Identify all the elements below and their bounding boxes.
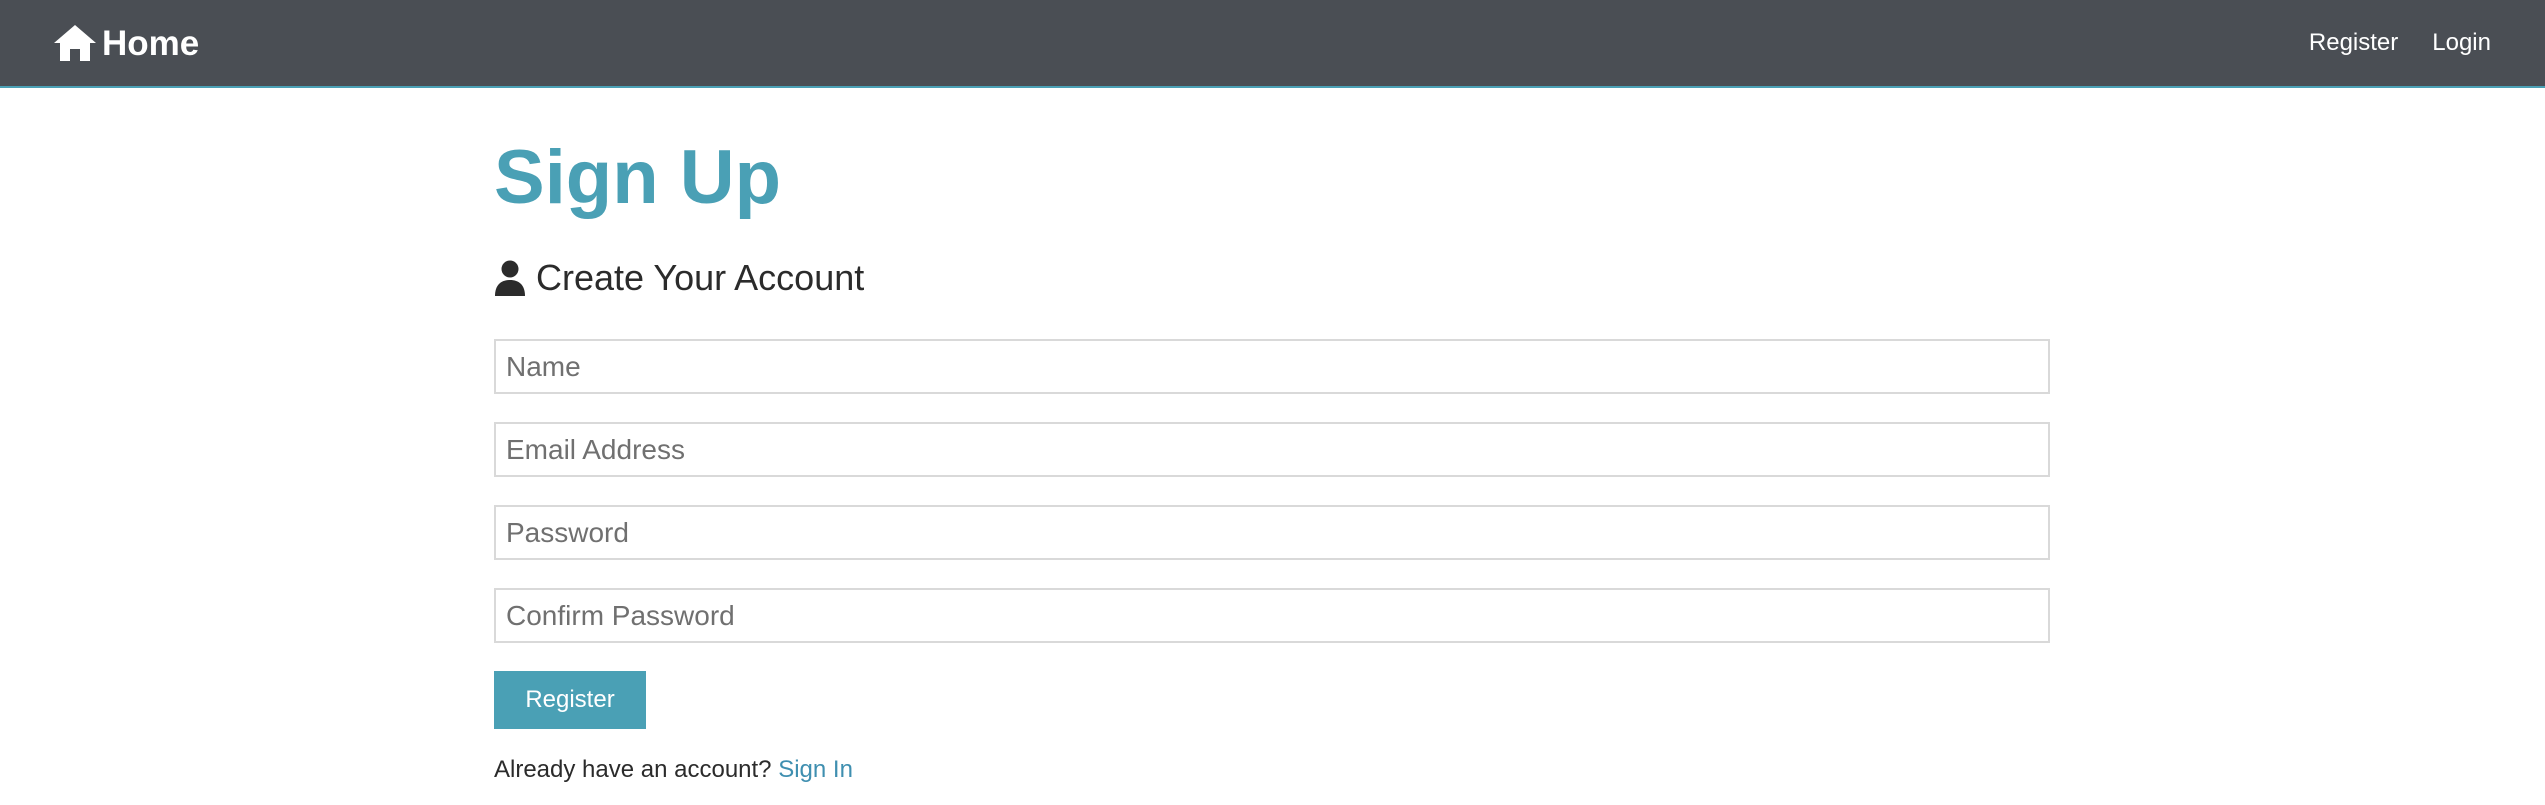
password-input[interactable] xyxy=(494,505,2050,560)
nav-register-link[interactable]: Register xyxy=(2309,29,2398,57)
user-icon xyxy=(495,260,525,296)
register-button[interactable]: Register xyxy=(494,671,646,729)
email-input[interactable] xyxy=(494,422,2050,477)
subtitle-text: Create Your Account xyxy=(536,257,865,298)
top-navbar: Home Register Login xyxy=(0,0,2545,88)
signin-prompt: Already have an account? Sign In xyxy=(494,756,853,784)
signin-prompt-text: Already have an account? xyxy=(494,756,772,783)
nav-login-link[interactable]: Login xyxy=(2432,29,2491,57)
home-link[interactable]: Home xyxy=(52,23,199,63)
name-input[interactable] xyxy=(494,339,2050,394)
signin-link[interactable]: Sign In xyxy=(778,756,853,783)
home-icon xyxy=(54,25,96,61)
page-title: Sign Up xyxy=(494,135,782,220)
page-subtitle: Create Your Account xyxy=(494,260,864,296)
nav-links: Register Login xyxy=(2275,29,2491,57)
confirm-password-input[interactable] xyxy=(494,588,2050,643)
home-label: Home xyxy=(102,23,200,63)
